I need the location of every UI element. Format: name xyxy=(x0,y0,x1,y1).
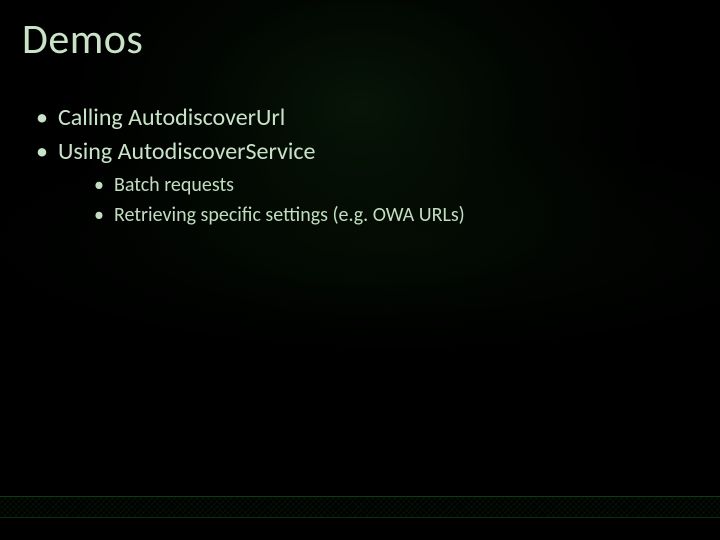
slide-title: Demos xyxy=(22,14,143,65)
sub-bullet-item: Retrieving specific settings (e.g. OWA U… xyxy=(90,201,690,229)
background-swirl xyxy=(0,0,720,540)
slide: Demos Calling AutodiscoverUrl Using Auto… xyxy=(0,0,720,540)
slide-content: Calling AutodiscoverUrl Using Autodiscov… xyxy=(30,102,690,231)
bullet-item: Calling AutodiscoverUrl xyxy=(30,102,690,134)
bullet-item: Using AutodiscoverService Batch requests… xyxy=(30,136,690,228)
sub-bullet-list: Batch requests Retrieving specific setti… xyxy=(58,171,690,229)
sub-bullet-text: Batch requests xyxy=(114,173,234,197)
footer-decorative-band xyxy=(0,496,720,518)
sub-bullet-text: Retrieving specific settings (e.g. OWA U… xyxy=(114,203,465,227)
footer-black-strip xyxy=(0,518,720,540)
bullet-list: Calling AutodiscoverUrl Using Autodiscov… xyxy=(30,102,690,229)
footer-line-top xyxy=(0,496,720,497)
sub-bullet-item: Batch requests xyxy=(90,171,690,199)
bullet-text: Calling AutodiscoverUrl xyxy=(58,103,285,132)
bullet-text: Using AutodiscoverService xyxy=(58,137,316,166)
footer-hatch xyxy=(0,497,720,517)
